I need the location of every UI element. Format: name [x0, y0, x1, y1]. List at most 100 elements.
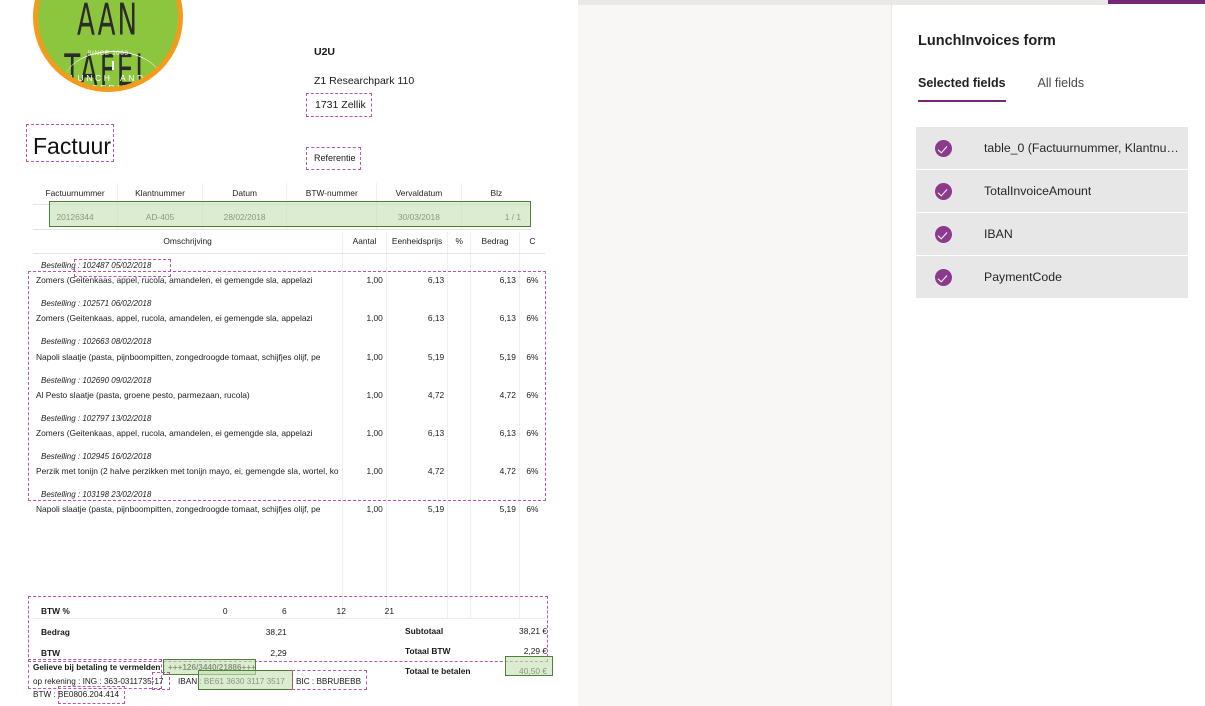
totals-row-subtotaal: Subtotaal 38,21 €: [405, 621, 553, 641]
payment-bic-value: BIC : BBRUBEBB: [296, 677, 362, 686]
table-row: Napoli slaatje (pasta, pijnboompitten, z…: [33, 502, 545, 522]
recipient-city: 1731 Zellik: [315, 99, 366, 111]
tab-all-fields[interactable]: All fields: [1038, 76, 1085, 102]
col-btw-nummer: BTW-nummer: [286, 183, 378, 205]
totals-row-totaal-btw: Totaal BTW 2,29 €: [405, 641, 553, 661]
panel-title: LunchInvoices form: [918, 33, 1056, 49]
val-factuurnummer: 20126344: [33, 204, 119, 230]
vat-btw-21: [355, 642, 403, 663]
line-qty: 1,00: [342, 387, 387, 407]
company-logo: AAN TAFEL SINCE 2003 LUNCH AND CATERING: [33, 0, 183, 92]
field-item-total-invoice-amount[interactable]: TotalInvoiceAmount: [916, 170, 1188, 213]
vat-btw-6: 2,29: [270, 647, 287, 658]
total-label-subtotaal: Subtotaal: [405, 626, 444, 636]
logo-tick-decoration: [112, 61, 114, 70]
logo-tagline: LUNCH AND CATERING: [70, 73, 146, 92]
vat-row-label-btw-pct: BTW %: [41, 605, 70, 616]
val-btw-nummer: [286, 204, 378, 230]
line-unit-price: 5,19: [386, 502, 449, 522]
invoice-title: Factuur: [33, 133, 111, 159]
field-label: TotalInvoiceAmount: [984, 184, 1092, 198]
vat-rate-12: 12: [336, 605, 346, 616]
line-qty: 1,00: [342, 311, 387, 331]
order-label: Bestelling : 102690 09/02/2018: [33, 368, 344, 388]
line-qty: 1,00: [342, 502, 387, 522]
line-description: Al Pesto slaatje (pasta, groene pesto, p…: [33, 387, 344, 407]
line-qty: 1,00: [342, 273, 387, 293]
vat-rate-0: 0: [222, 605, 228, 616]
vat-rate-6: 6: [282, 605, 287, 616]
fields-panel: LunchInvoices form Selected fields All f…: [891, 0, 1205, 706]
col-aantal: Aantal: [342, 232, 387, 254]
field-item-table-0[interactable]: table_0 (Factuurnummer, Klantnumme…: [916, 127, 1188, 170]
field-item-payment-code[interactable]: PaymentCode: [916, 256, 1188, 299]
line-c: 6%: [526, 351, 539, 362]
order-row: Bestelling : 102945 16/02/2018: [33, 444, 545, 464]
vat-row-label-btw: BTW: [41, 647, 61, 658]
field-label: table_0 (Factuurnummer, Klantnumme…: [984, 141, 1188, 155]
field-item-iban[interactable]: IBAN: [916, 213, 1188, 256]
col-omschrijving: Omschrijving: [33, 232, 344, 254]
col-vervaldatum: Vervaldatum: [376, 183, 462, 205]
line-amount: 6,13: [470, 425, 520, 445]
payment-account-label: op rekening : ING : 363-0311735-17: [33, 677, 164, 686]
table-row: Al Pesto slaatje (pasta, groene pesto, p…: [33, 387, 545, 407]
payment-iban-value: IBAN : BE61 3630 3117 3517: [178, 677, 285, 686]
table-row: Zomers (Geitenkaas, appel, rucola, amand…: [33, 311, 545, 331]
order-row: Bestelling : 102797 13/02/2018: [33, 406, 545, 426]
col-klantnummer: Klantnummer: [117, 183, 203, 205]
line-pct: [447, 311, 472, 331]
line-c: 6%: [526, 466, 539, 477]
line-unit-price: 5,19: [386, 349, 449, 369]
line-description: Zomers (Geitenkaas, appel, rucola, amand…: [33, 311, 344, 331]
line-pct: [447, 425, 472, 445]
order-label: Bestelling : 102945 16/02/2018: [33, 444, 344, 464]
vat-bedrag-12: [296, 621, 355, 642]
col-pct: %: [447, 232, 472, 254]
line-qty: 1,00: [342, 463, 387, 484]
order-row: Bestelling : 102663 08/02/2018: [33, 330, 545, 350]
line-description: Napoli slaatje (pasta, pijnboompitten, z…: [33, 502, 344, 522]
col-c: C: [519, 232, 545, 254]
line-pct: [447, 349, 472, 369]
header-table-head-row: Factuurnummer Klantnummer Datum BTW-numm…: [33, 183, 531, 205]
order-label: Bestelling : 102663 08/02/2018: [33, 330, 344, 350]
reference-label: Referentie: [314, 153, 356, 163]
line-c: 6%: [526, 427, 539, 438]
val-blz: 1 / 1: [461, 204, 531, 230]
vat-bedrag-6: 38,21: [265, 626, 287, 637]
table-row: Zomers (Geitenkaas, appel, rucola, amand…: [33, 273, 545, 293]
line-c: 6%: [526, 389, 539, 400]
line-c: 6%: [526, 313, 539, 324]
selected-fields-list: table_0 (Factuurnummer, Klantnumme… Tota…: [916, 127, 1188, 299]
tab-selected-fields[interactable]: Selected fields: [918, 76, 1006, 102]
order-label: Bestelling : 102487 05/02/2018: [33, 253, 344, 273]
line-unit-price: 6,13: [386, 425, 449, 445]
col-factuurnummer: Factuurnummer: [33, 183, 119, 205]
total-value-subtotaal: 38,21 €: [519, 626, 547, 636]
col-blz: Blz: [461, 183, 531, 205]
line-description: Perzik met tonijn (2 halve perzikken met…: [33, 463, 344, 484]
invoice-lines-table: Omschrijving Aantal Eenheidsprijs % Bedr…: [33, 232, 545, 619]
line-qty: 1,00: [342, 425, 387, 445]
col-eenheidsprijs: Eenheidsprijs: [386, 232, 449, 254]
vat-bedrag-0: [177, 621, 236, 642]
check-circle-icon: [935, 268, 952, 286]
totals-row-te-betalen: Totaal te betalen 40,50 €: [405, 661, 553, 681]
line-pct: [447, 387, 472, 407]
line-amount: 6,13: [470, 273, 520, 293]
total-value-totaal-btw: 2,29 €: [523, 646, 547, 656]
line-description: Zomers (Geitenkaas, appel, rucola, amand…: [33, 273, 344, 293]
line-unit-price: 4,72: [386, 387, 449, 407]
order-label: Bestelling : 102571 06/02/2018: [33, 292, 344, 312]
lines-table-body: Bestelling : 102487 05/02/2018 Zomers (G…: [33, 253, 545, 619]
line-qty: 1,00: [342, 349, 387, 369]
recipient-street: Z1 Researchpark 110: [314, 75, 415, 87]
vat-btw-row: BTW 2,29: [33, 642, 403, 663]
document-canvas[interactable]: AAN TAFEL SINCE 2003 LUNCH AND CATERING …: [0, 0, 578, 706]
val-vervaldatum: 30/03/2018: [376, 204, 462, 230]
check-circle-icon: [935, 182, 952, 200]
order-row: Bestelling : 103198 23/02/2018: [33, 483, 545, 503]
vat-btw-0: [177, 642, 236, 663]
vat-btw-12: [296, 642, 355, 663]
